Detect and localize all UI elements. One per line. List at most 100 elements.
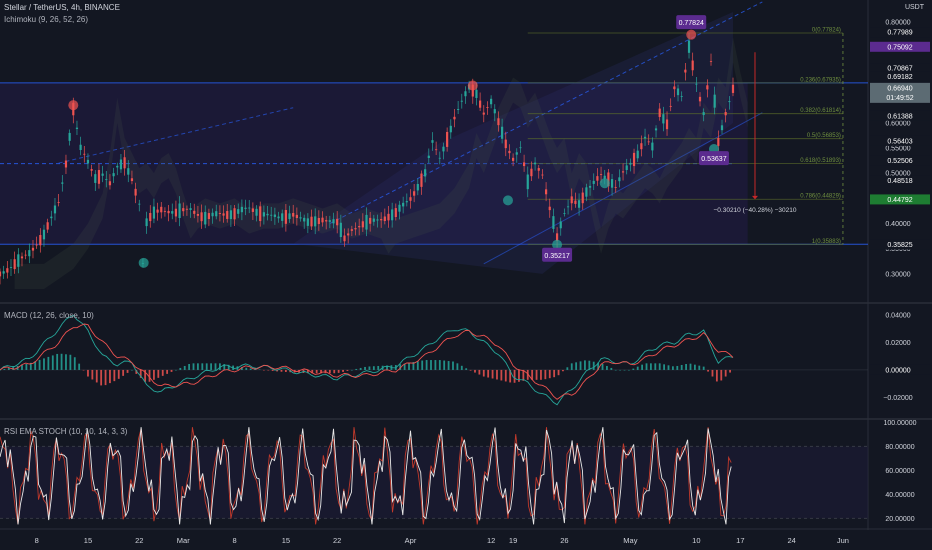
candle-body (515, 152, 518, 155)
macd-histogram-bar (535, 369, 538, 380)
candle-body (171, 211, 174, 214)
macd-histogram-bar (201, 363, 204, 370)
candle-body (299, 217, 302, 219)
candle-body (317, 217, 320, 225)
candle-body (240, 206, 243, 213)
candle-body (625, 165, 628, 171)
candle-body (709, 61, 713, 62)
fib-level-label: 0.618(0.51893) (800, 158, 841, 164)
candle-body (273, 214, 276, 217)
macd-histogram-bar (157, 369, 160, 378)
candle-body (270, 214, 273, 216)
candle-body (424, 169, 427, 177)
rsi-legend[interactable]: RSI EMA STOCH (10, 10, 14, 3, 3) (4, 427, 127, 436)
macd-histogram-bar (346, 369, 349, 371)
candle-body (687, 40, 691, 53)
candle-body (460, 100, 463, 102)
macd-histogram-bar (104, 369, 107, 386)
candle-body (112, 173, 115, 177)
candle-body (702, 112, 705, 116)
macd-histogram-bar (641, 364, 644, 370)
candle-body (731, 84, 735, 93)
macd-histogram-bar (170, 369, 173, 372)
macd-histogram-bar (280, 369, 283, 372)
macd-legend[interactable]: MACD (12, 26, close, 10) (4, 311, 94, 320)
macd-histogram-bar (478, 369, 481, 375)
macd-histogram-bar (553, 369, 556, 378)
macd-histogram-bar (100, 369, 103, 386)
candle-body (651, 142, 654, 151)
ichimoku-legend[interactable]: Ichimoku (9, 26, 52, 26) (4, 15, 88, 24)
candle-body (101, 173, 104, 176)
candle-body (457, 108, 460, 110)
macd-histogram-bar (60, 353, 63, 370)
pivot-marker (68, 100, 79, 111)
price-badge-text: 0.77824 (679, 20, 704, 27)
fib-level-label: 0.382(0.61814) (800, 108, 841, 114)
macd-histogram-bar (658, 363, 661, 370)
candle-body (493, 109, 496, 114)
candle-body (497, 118, 500, 126)
macd-histogram-bar (443, 360, 446, 370)
macd-histogram-bar (702, 366, 705, 370)
macd-histogram-bar (544, 369, 547, 380)
candle-body (196, 213, 200, 216)
macd-current-label: 0.00000 (885, 367, 910, 374)
macd-histogram-bar (614, 369, 617, 371)
macd-histogram-bar (271, 369, 274, 371)
candle-body (724, 112, 727, 116)
candle-body (0, 271, 2, 277)
macd-histogram-bar (51, 355, 54, 370)
macd-histogram-bar (562, 369, 564, 372)
macd-histogram-bar (465, 368, 468, 370)
candle-body (599, 174, 603, 175)
candle-body (486, 107, 489, 108)
candle-body (262, 212, 265, 217)
macd-histogram-bar (632, 368, 635, 370)
macd-histogram-bar (249, 368, 252, 370)
macd-histogram-bar (689, 363, 692, 370)
time-axis-tick: Apr (405, 536, 417, 545)
macd-histogram-bar (377, 365, 380, 370)
candle-body (328, 220, 331, 222)
measure-label: −0.30210 (−40.28%) −30210 (714, 207, 797, 214)
candle-body (292, 212, 295, 217)
macd-histogram-bar (258, 369, 261, 370)
macd-histogram-bar (434, 360, 437, 370)
candle-body (574, 200, 577, 204)
candle-body (369, 217, 372, 224)
price-axis-label: 0.75092 (887, 44, 912, 51)
price-badge-text: 0.35217 (544, 253, 569, 260)
macd-histogram-bar (711, 369, 714, 377)
candle-body (35, 244, 38, 246)
macd-histogram-bar (355, 368, 358, 370)
candle-body (438, 157, 441, 159)
macd-histogram-bar (693, 364, 696, 370)
price-axis-label: 0.35825 (887, 242, 912, 249)
macd-histogram-bar (197, 363, 199, 370)
macd-histogram-bar (56, 353, 59, 370)
candle-body (449, 125, 452, 133)
macd-axis-tick: −0.02000 (883, 395, 912, 402)
candle-body (138, 203, 141, 205)
pivot-marker (502, 195, 513, 206)
candle-body (218, 213, 221, 214)
candle-body (548, 206, 551, 211)
macd-histogram-bar (579, 361, 582, 370)
macd-histogram-bar (557, 369, 560, 376)
price-axis-label: 0.66940 (887, 85, 912, 92)
candle-body (83, 153, 86, 155)
macd-histogram-bar (500, 369, 503, 381)
candle-body (654, 128, 658, 131)
macd-histogram-bar (267, 369, 270, 371)
candle-body (68, 132, 71, 141)
candle-body (405, 201, 408, 203)
candle-body (193, 210, 196, 214)
candle-body (552, 216, 555, 229)
macd-histogram-bar (87, 369, 89, 377)
candle-body (28, 250, 31, 257)
candle-body (174, 208, 178, 217)
macd-histogram-bar (496, 369, 498, 380)
macd-histogram-bar (69, 354, 72, 370)
macd-histogram-bar (364, 366, 366, 370)
